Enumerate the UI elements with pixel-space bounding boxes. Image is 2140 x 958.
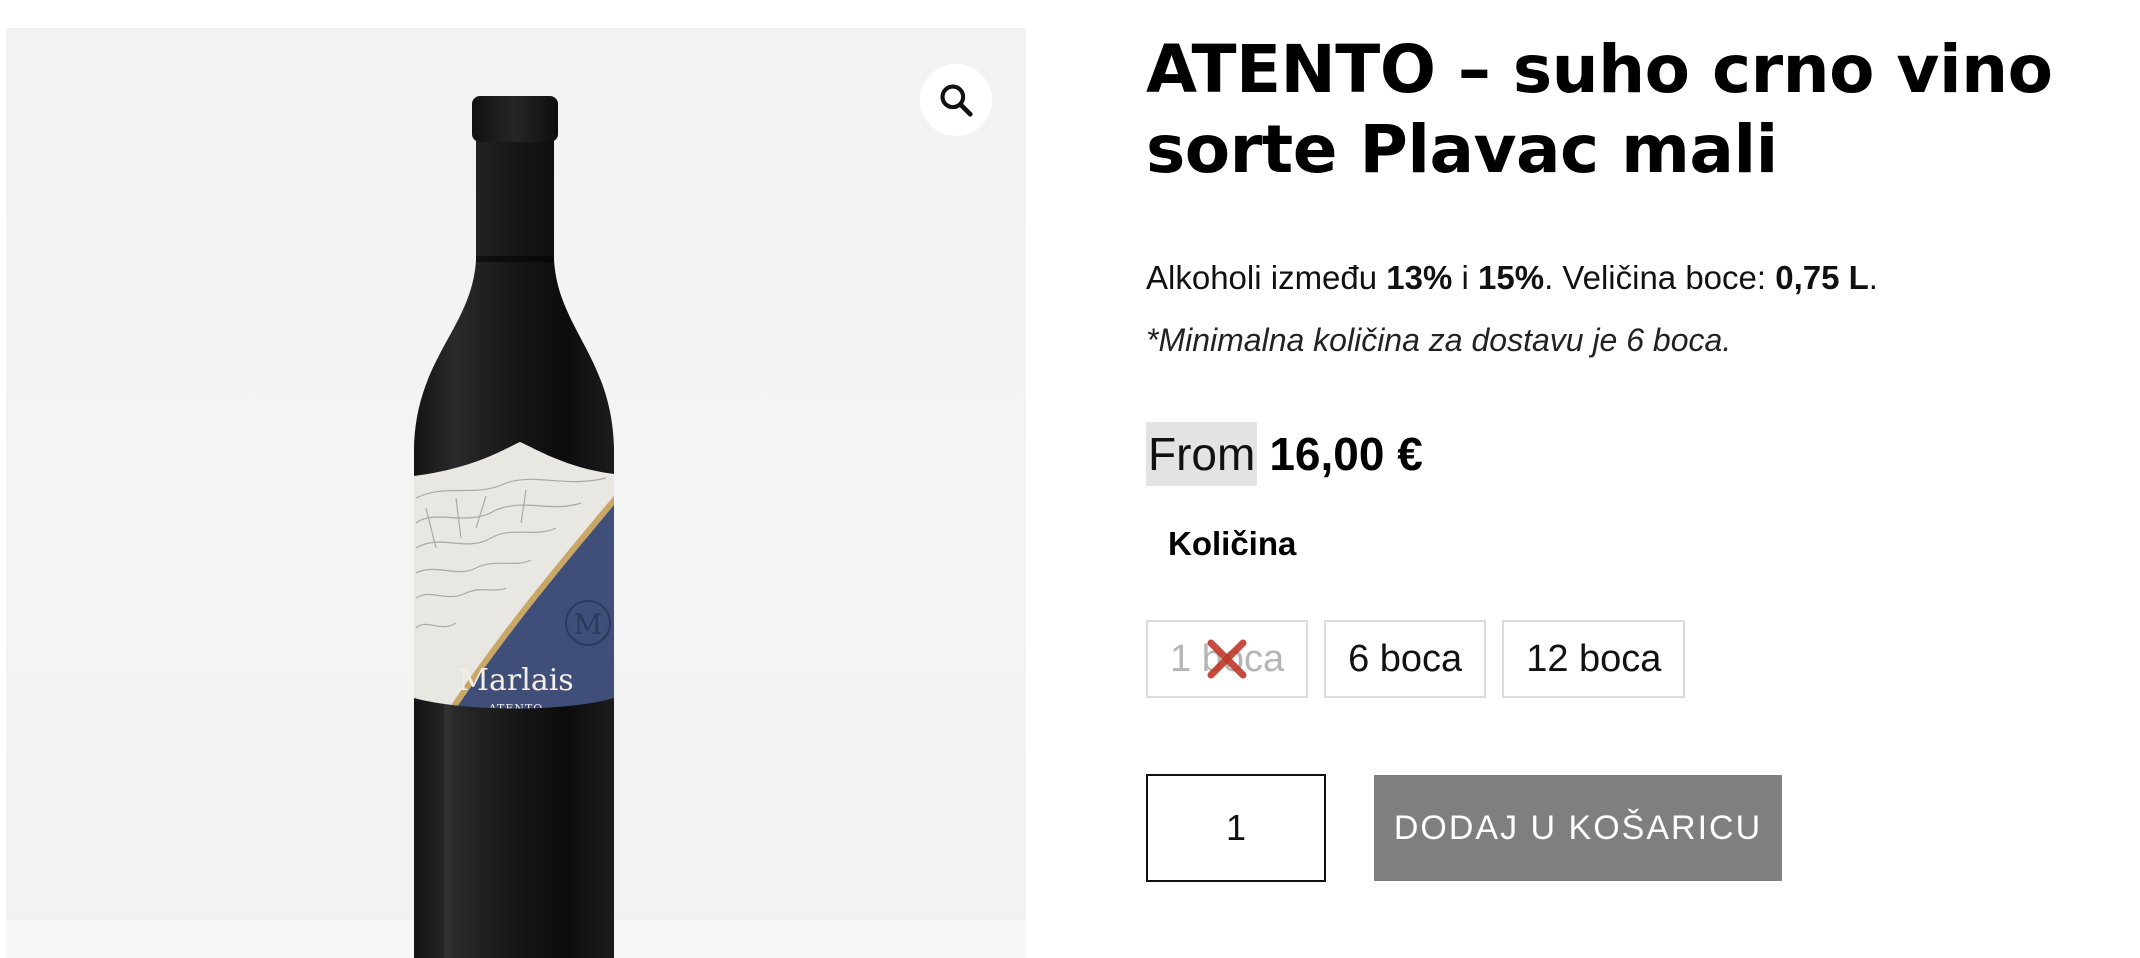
swatch-1-boca[interactable]: 1 boca — [1146, 620, 1309, 698]
magnifier-icon — [940, 84, 973, 117]
desc-prefix: Alkoholi između — [1146, 259, 1387, 296]
swatch-label: 12 boca — [1526, 637, 1662, 680]
product-page: M Marlais ATENTO ATENTO – suho crno vino… — [0, 0, 2140, 958]
alcohol-min: 13% — [1386, 259, 1453, 296]
desc-between: i — [1452, 259, 1479, 296]
quantity-swatches: 1 boca 6 boca 12 boca — [1146, 620, 2106, 698]
price-from-label: From — [1146, 422, 1258, 486]
product-gallery[interactable]: M Marlais ATENTO — [6, 28, 1026, 958]
price: From 16,00 € — [1146, 422, 2106, 486]
variation-label: Količina — [1168, 525, 1297, 562]
zoom-button[interactable] — [920, 64, 992, 136]
product-description: Alkoholi između 13% i 15%. Veličina boce… — [1146, 258, 2106, 298]
product-title: ATENTO – suho crno vino sorte Plavac mal… — [1146, 31, 2053, 188]
add-to-cart-button[interactable]: DODAJ U KOŠARICU — [1374, 775, 1782, 881]
size-value: 0,75 L — [1775, 259, 1869, 296]
product-summary: ATENTO – suho crno vino sorte Plavac mal… — [1146, 30, 2106, 882]
unavailable-cross-icon — [1207, 639, 1247, 679]
label-brand: Marlais — [458, 663, 573, 698]
minimum-order-note: *Minimalna količina za dostavu je 6 boca… — [1146, 322, 1732, 358]
swatch-label: 6 boca — [1348, 637, 1463, 680]
quantity-input[interactable] — [1146, 774, 1326, 882]
bottle-label: M Marlais ATENTO — [414, 442, 614, 709]
swatch-12-boca[interactable]: 12 boca — [1502, 620, 1686, 698]
desc-suffix: . — [1868, 259, 1878, 296]
add-to-cart-row: DODAJ U KOŠARICU — [1146, 774, 2106, 882]
price-amount: 16,00 € — [1269, 428, 1423, 480]
wine-bottle-image: M Marlais ATENTO — [414, 96, 614, 958]
label-monogram: M — [574, 608, 603, 641]
size-label: . Veličina boce: — [1544, 259, 1776, 296]
bottle-cap — [472, 96, 558, 142]
alcohol-max: 15% — [1478, 259, 1545, 296]
swatch-6-boca[interactable]: 6 boca — [1324, 620, 1487, 698]
